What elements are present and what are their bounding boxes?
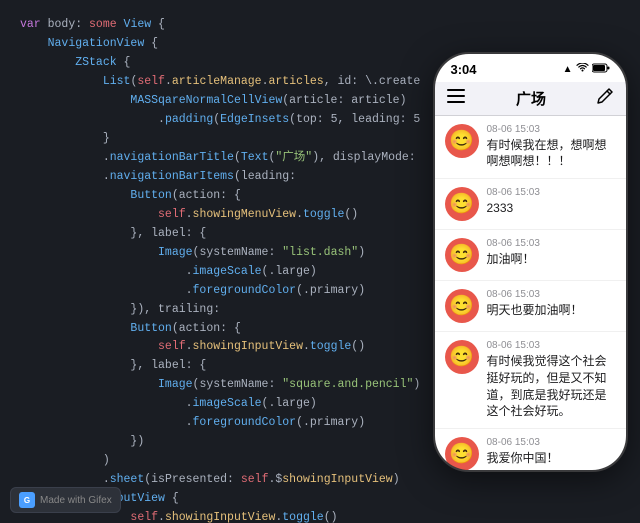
- chat-time: 08-06 15:03: [487, 289, 616, 300]
- chat-text: 明天也要加油啊！: [487, 302, 616, 319]
- code-line: Button(action: {: [16, 187, 420, 206]
- code-line: }, label: {: [16, 357, 420, 376]
- code-line: .imageScale(.large): [16, 263, 420, 282]
- battery-icon: [592, 63, 610, 76]
- gifex-badge: G Made with Gifex: [10, 487, 121, 513]
- chat-text: 加油啊！: [487, 251, 616, 268]
- chat-time: 08-06 15:03: [487, 124, 616, 135]
- chat-text: 有时候我在想，想啊想啊想啊想！！！: [487, 137, 616, 171]
- avatar: 😊: [445, 238, 479, 272]
- chat-text: 有时候我觉得这个社会挺好玩的，但是又不知道，到底是我好玩还是这个社会好玩。: [487, 353, 616, 420]
- code-line: var body: some View {: [16, 16, 420, 35]
- phone-mockup: 3:04 ▲: [433, 52, 628, 472]
- status-icons: ▲: [563, 63, 610, 76]
- code-line: MASSqareNormalCellView(article: article): [16, 92, 420, 111]
- chat-content: 08-06 15:03 我爱你中国！: [487, 437, 616, 467]
- code-line: }), trailing:: [16, 301, 420, 320]
- chat-content: 08-06 15:03 2333: [487, 187, 616, 217]
- code-editor: var body: some View { NavigationView { Z…: [0, 0, 420, 523]
- code-line: Image(systemName: "list.dash"): [16, 244, 420, 263]
- code-line: Button(action: {: [16, 320, 420, 339]
- chat-item[interactable]: 😊 08-06 15:03 2333: [435, 179, 626, 230]
- gifex-label: Made with Gifex: [40, 495, 112, 506]
- chat-list[interactable]: 😊08-06 15:03有时候我在想，想啊想啊想啊想！！！😊08-06 15:0…: [435, 116, 626, 470]
- code-line: self.showingMenuView.toggle(): [16, 206, 420, 225]
- navbar-title: 广场: [516, 88, 546, 109]
- compose-icon[interactable]: [597, 88, 613, 109]
- menu-icon[interactable]: [447, 89, 465, 108]
- code-line: ): [16, 452, 420, 471]
- chat-item[interactable]: 😊 08-06 15:03 加油啊！: [435, 230, 626, 281]
- code-line: .foregroundColor(.primary): [16, 414, 420, 433]
- chat-content: 08-06 15:03 有时候我在想，想啊想啊想啊想！！！: [487, 124, 616, 171]
- code-line: }): [16, 433, 420, 452]
- code-line: .padding(EdgeInsets(top: 5, leading: 5,: [16, 111, 420, 130]
- chat-time: 08-06 15:03: [487, 340, 616, 351]
- wifi-icon: [576, 63, 589, 76]
- code-line: .navigationBarItems(leading:: [16, 168, 420, 187]
- code-line: Image(systemName: "square.and.pencil"): [16, 376, 420, 395]
- avatar: 😊: [445, 340, 479, 374]
- avatar: 😊: [445, 187, 479, 221]
- code-line: self.showingInputView.toggle(): [16, 338, 420, 357]
- phone-navbar: 广场: [435, 82, 626, 116]
- signal-icon: ▲: [563, 64, 573, 75]
- chat-item[interactable]: 😊 08-06 15:03 有时候我觉得这个社会挺好玩的，但是又不知道，到底是我好玩…: [435, 332, 626, 429]
- avatar: 😊: [445, 289, 479, 323]
- phone-status-bar: 3:04 ▲: [435, 54, 626, 82]
- chat-item[interactable]: 😊 08-06 15:03 我爱你中国！: [435, 429, 626, 469]
- chat-text: 2333: [487, 200, 616, 217]
- avatar: 😊: [445, 437, 479, 469]
- chat-item[interactable]: 😊 08-06 15:03 有时候我在想，想啊想啊想啊想！！！: [435, 116, 626, 180]
- chat-item[interactable]: 😊 08-06 15:03 明天也要加油啊！: [435, 281, 626, 332]
- chat-time: 08-06 15:03: [487, 238, 616, 249]
- avatar: 😊: [445, 124, 479, 158]
- code-line: .foregroundColor(.primary): [16, 282, 420, 301]
- chat-time: 08-06 15:03: [487, 187, 616, 198]
- chat-content: 08-06 15:03 加油啊！: [487, 238, 616, 268]
- chat-content: 08-06 15:03 有时候我觉得这个社会挺好玩的，但是又不知道，到底是我好玩还…: [487, 340, 616, 420]
- code-line: NavigationView {: [16, 35, 420, 54]
- code-line: .imageScale(.large): [16, 395, 420, 414]
- gifex-logo: G: [19, 492, 35, 508]
- code-line: .navigationBarTitle(Text("广场"), displayM…: [16, 149, 420, 168]
- status-time: 3:04: [451, 62, 477, 77]
- phone-container: 3:04 ▲: [420, 0, 640, 523]
- code-line: ZStack {: [16, 54, 420, 73]
- chat-text: 我爱你中国！: [487, 450, 616, 467]
- code-line: }, label: {: [16, 225, 420, 244]
- chat-content: 08-06 15:03 明天也要加油啊！: [487, 289, 616, 319]
- chat-time: 08-06 15:03: [487, 437, 616, 448]
- code-line: }: [16, 130, 420, 149]
- code-line: List(self.articleManage.articles, id: \.…: [16, 73, 420, 92]
